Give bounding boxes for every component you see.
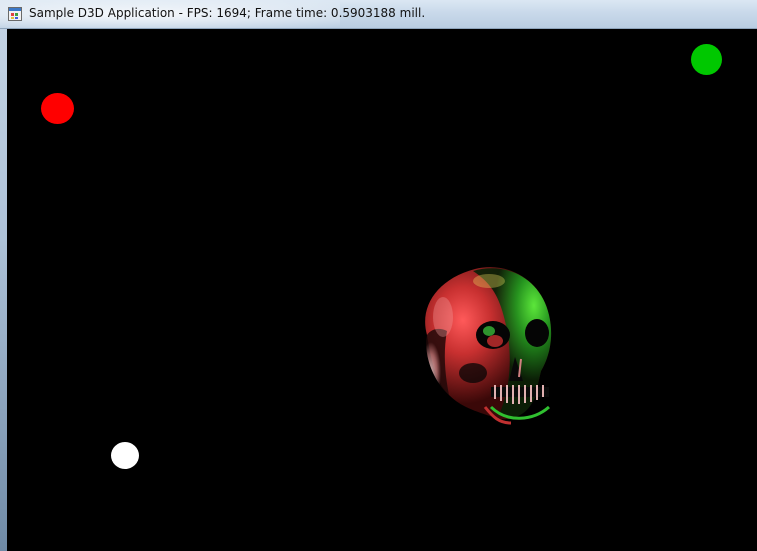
red-light-sphere <box>41 93 74 124</box>
application-window-icon[interactable] <box>8 7 22 21</box>
green-light-sphere <box>691 44 722 75</box>
window-title: Sample D3D Application - FPS: 1694; Fram… <box>29 6 426 20</box>
title-bar[interactable]: Sample D3D Application - FPS: 1694; Fram… <box>0 0 757 29</box>
window-left-border <box>0 29 7 551</box>
skull-model <box>425 267 552 425</box>
application-window: Sample D3D Application - FPS: 1694; Fram… <box>0 0 757 551</box>
white-light-sphere <box>111 442 139 469</box>
render-viewport[interactable] <box>7 29 757 551</box>
